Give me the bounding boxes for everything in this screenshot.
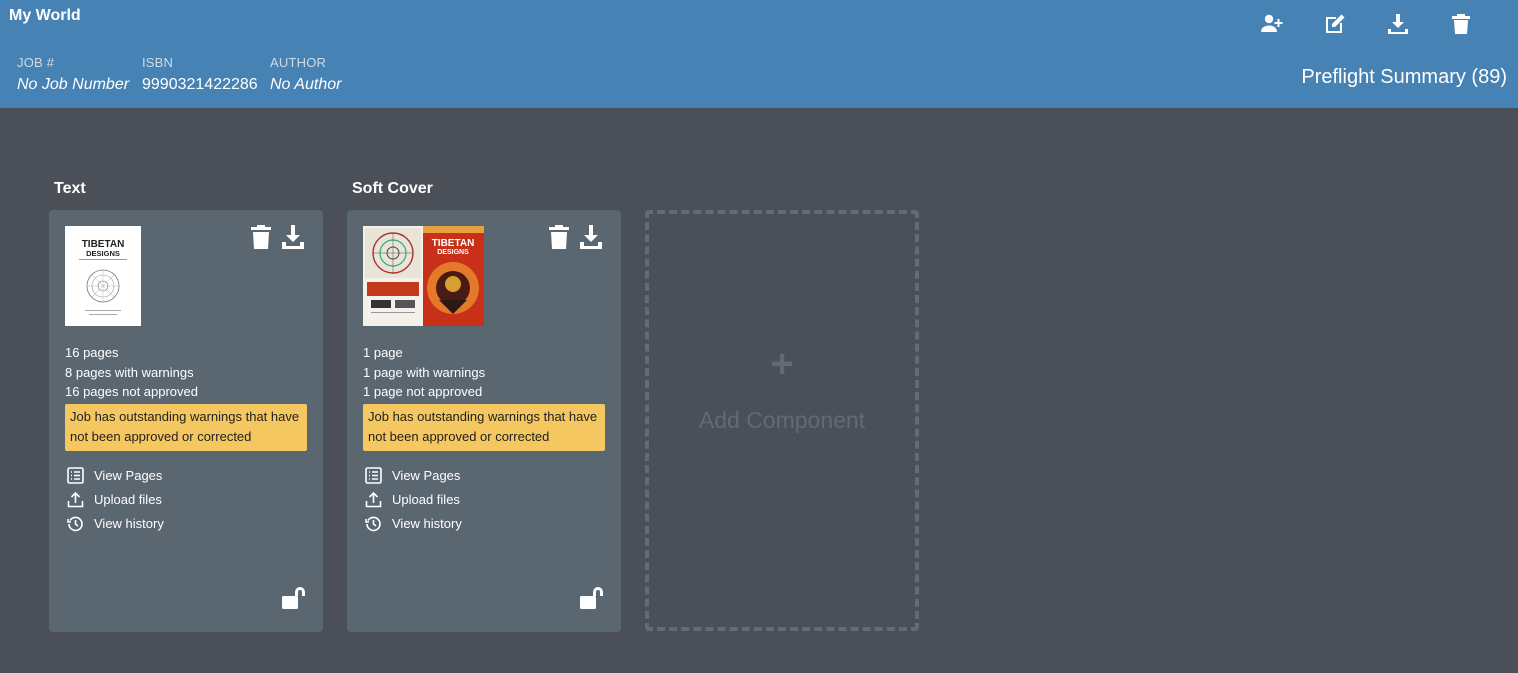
unlock-icon [282,587,305,609]
delete-component-button[interactable] [249,224,273,250]
component-title: Text [54,180,86,197]
view-pages-label: View Pages [392,467,461,483]
isbn-label: ISBN [142,55,174,70]
warning-banner: Job has outstanding warnings that have n… [65,404,307,451]
view-history-label: View history [392,515,462,531]
page-count: 16 pages [65,345,119,360]
job-header: My World JOB # No Job Number ISBN 999032… [0,0,1518,108]
thumb-title: TIBETAN [432,238,475,249]
not-approved-count: 16 pages not approved [65,384,198,399]
isbn-value: 9990321422286 [142,76,258,93]
list-icon [67,466,84,484]
component-links: View Pages Upload files View history [67,463,164,535]
warning-banner: Job has outstanding warnings that have n… [363,404,605,451]
component-card-soft-cover: TIBETAN DESIGNS 1 page 1 page with warni… [347,210,621,632]
not-approved-count: 1 page not approved [363,384,483,399]
preflight-summary-link[interactable]: Preflight Summary (89) [1301,66,1507,89]
card-actions [249,224,305,250]
upload-files-label: Upload files [392,491,460,507]
download-button[interactable] [1366,12,1429,36]
thumb-subtitle: DESIGNS [86,249,120,258]
header-toolbar [1240,12,1492,36]
job-title: My World [9,7,81,24]
list-icon [365,466,382,484]
component-links: View Pages Upload files View history [365,463,462,535]
plus-icon: + [770,342,794,386]
warning-count: 8 pages with warnings [65,364,194,380]
history-icon [365,516,381,531]
download-icon [282,225,304,249]
component-stats: 1 page 1 page with warnings 1 page not a… [363,343,485,402]
component-thumbnail[interactable]: TIBETAN DESIGNS [65,226,141,326]
unlock-button[interactable] [579,586,605,610]
trash-icon [251,225,271,249]
view-pages-link[interactable]: View Pages [365,463,462,487]
edit-button[interactable] [1303,12,1366,36]
view-history-link[interactable]: View history [365,511,462,535]
warning-count: 1 page with warnings [363,364,486,380]
job-number-field: JOB # No Job Number [17,55,129,94]
view-pages-link[interactable]: View Pages [67,463,164,487]
add-component-button[interactable]: + Add Component [645,210,919,631]
author-label: AUTHOR [270,55,327,70]
upload-files-link[interactable]: Upload files [67,487,164,511]
upload-icon [365,491,382,507]
job-number-value: No Job Number [17,76,130,93]
component-card-text: TIBETAN DESIGNS 16 pages 8 pages with wa… [49,210,323,632]
view-history-label: View history [94,515,164,531]
upload-files-label: Upload files [94,491,162,507]
author-field: AUTHOR No Author [270,55,341,94]
component-thumbnail[interactable]: TIBETAN DESIGNS [363,226,484,326]
view-history-link[interactable]: View history [67,511,164,535]
component-stats: 16 pages 8 pages with warnings 16 pages … [65,343,198,402]
upload-icon [67,491,84,507]
trash-icon [1451,14,1470,34]
edit-icon [1325,14,1344,33]
unlock-icon [580,587,603,609]
author-value: No Author [270,76,342,93]
view-pages-label: View Pages [94,467,163,483]
card-actions [547,224,603,250]
delete-job-button[interactable] [1429,12,1492,36]
trash-icon [549,225,569,249]
isbn-field: ISBN 9990321422286 [142,55,258,94]
add-user-button[interactable] [1240,12,1303,36]
thumb-subtitle: DESIGNS [437,249,469,256]
history-icon [67,516,83,531]
delete-component-button[interactable] [547,224,571,250]
download-component-button[interactable] [579,224,603,250]
download-icon [580,225,602,249]
add-component-label: Add Component [698,407,866,433]
download-icon [1387,14,1408,34]
download-component-button[interactable] [281,224,305,250]
job-number-label: JOB # [17,55,55,70]
add-user-icon [1260,14,1282,32]
component-title: Soft Cover [352,180,433,197]
unlock-button[interactable] [281,586,307,610]
page-count: 1 page [363,345,403,360]
upload-files-link[interactable]: Upload files [365,487,462,511]
